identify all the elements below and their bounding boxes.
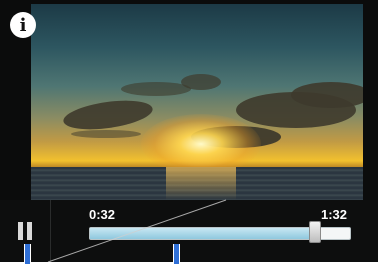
current-time: 0:32 bbox=[89, 207, 116, 222]
video-player: i 0:32 1:32 bbox=[0, 0, 378, 262]
control-divider bbox=[50, 200, 51, 262]
cloud bbox=[291, 82, 363, 108]
seek-bar-progress bbox=[90, 228, 310, 239]
pause-button[interactable] bbox=[14, 222, 36, 244]
cloud bbox=[61, 95, 155, 135]
sun bbox=[141, 114, 261, 174]
total-time: 1:32 bbox=[321, 207, 348, 222]
sun-reflection bbox=[166, 167, 236, 200]
timeline-marker[interactable] bbox=[24, 244, 31, 264]
pause-icon bbox=[27, 222, 32, 240]
seek-bar-handle[interactable] bbox=[309, 221, 321, 243]
cloud bbox=[121, 82, 191, 96]
video-frame[interactable] bbox=[31, 4, 363, 200]
pause-icon bbox=[18, 222, 23, 240]
info-icon[interactable]: i bbox=[10, 12, 36, 38]
cloud bbox=[71, 130, 141, 138]
timeline-marker[interactable] bbox=[173, 244, 180, 264]
